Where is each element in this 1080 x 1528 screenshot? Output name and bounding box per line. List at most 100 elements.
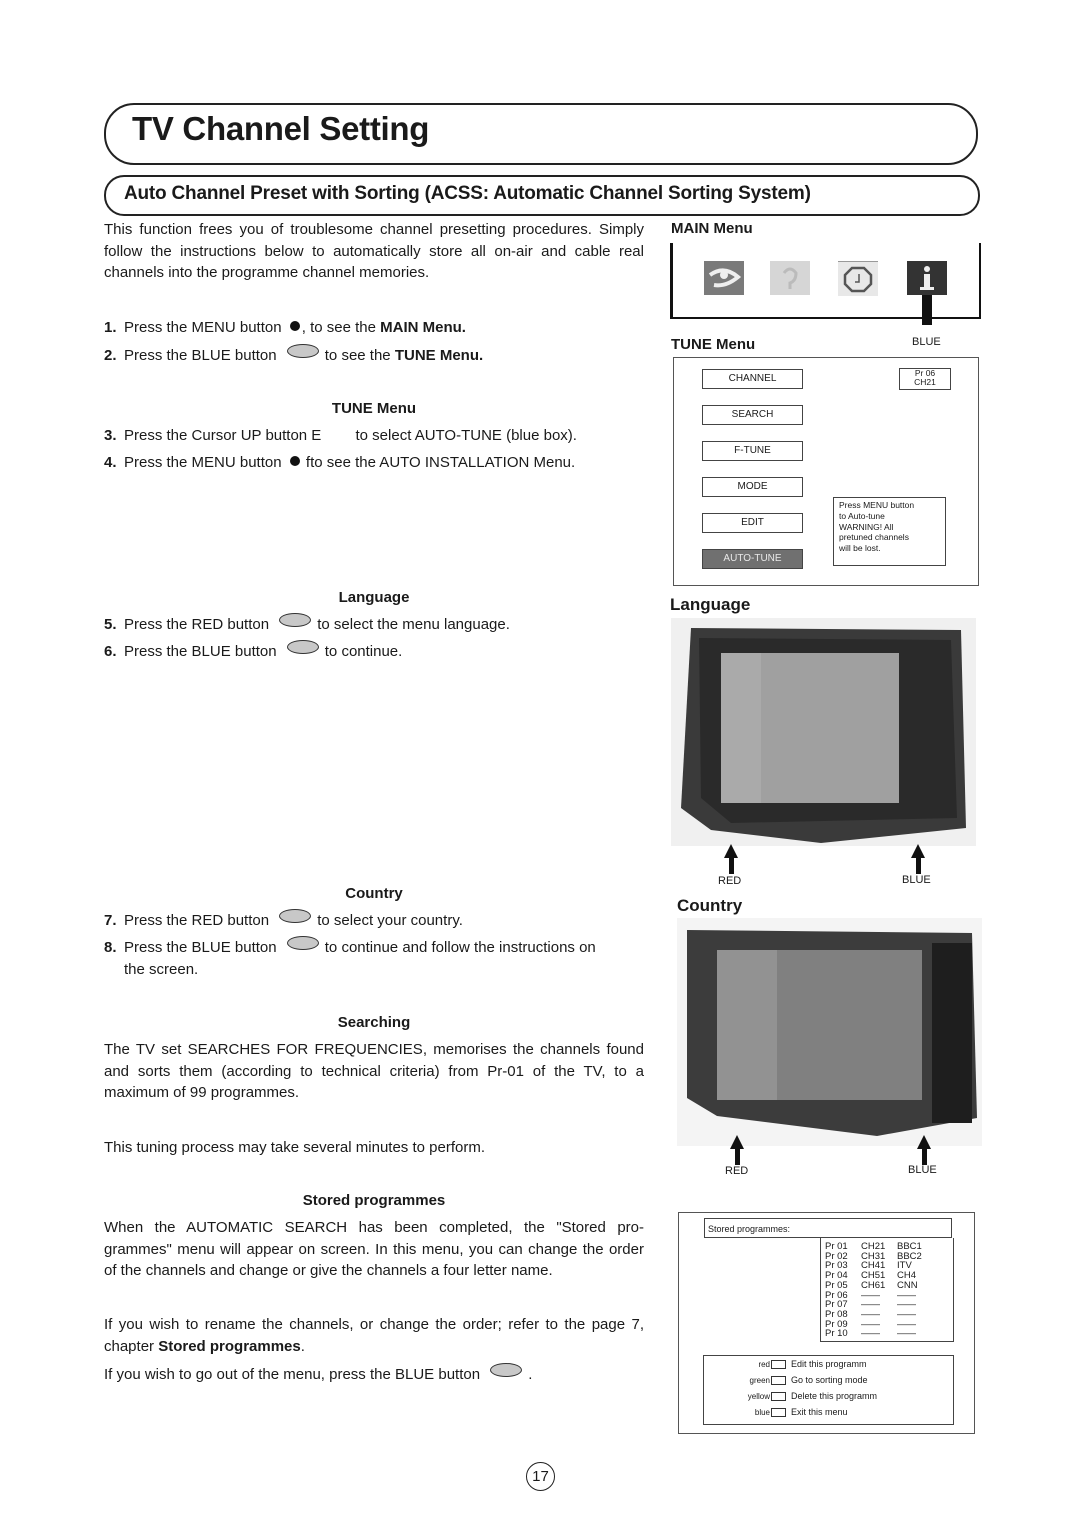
step-text: Press the BLUE button — [124, 643, 277, 660]
step-7: 7. Press the RED button to select your co… — [104, 909, 649, 932]
legend-green[interactable]: green Go to sorting mode — [704, 1372, 953, 1388]
country-tv-image — [677, 918, 982, 1146]
step-text: to see the — [324, 347, 395, 364]
legend-color: blue — [754, 1407, 770, 1417]
exit-paragraph: If you wish to go out of the menu, press… — [104, 1363, 644, 1386]
legend-color: red — [758, 1359, 770, 1369]
step-text: to continue. — [324, 643, 403, 660]
yellow-key-icon — [771, 1391, 786, 1401]
tune-status-box: Pr 06 CH21 — [899, 368, 951, 390]
intro-paragraph: This function frees you of troublesome c… — [104, 221, 644, 281]
rename-link: Stored programmes — [158, 1337, 301, 1355]
step-text: Press the BLUE button — [124, 347, 277, 364]
step-bold: MAIN Menu. — [380, 319, 466, 336]
step-text: the screen. — [124, 961, 199, 978]
step-5: 5. Press the RED button to select the men… — [104, 613, 649, 636]
step-text: to continue and follow the instructions … — [324, 939, 596, 956]
red-button-icon — [279, 909, 312, 923]
language-heading: Language — [338, 589, 410, 606]
blue-pointer-icon — [922, 295, 932, 325]
step-8: 8. Press the BLUE button to continue and … — [104, 936, 649, 981]
step-3: 3. Press the Cursor UP button E to select… — [104, 425, 649, 447]
warning-line: pretuned channels — [839, 532, 909, 543]
step-2: 2. Press the BLUE button to see the TUNE … — [104, 344, 649, 367]
legend-action: Delete this programm — [791, 1391, 878, 1401]
legend-action: Go to sorting mode — [791, 1375, 868, 1385]
programme-row[interactable]: Pr 10 —— —— — [821, 1329, 953, 1339]
step-number: 3. — [104, 427, 117, 444]
stored-programmes-title: Stored programmes: — [704, 1218, 952, 1238]
step-4: 4. Press the MENU button fto see the AUTO… — [104, 452, 649, 474]
blue-button-icon — [286, 640, 319, 654]
step-number: 2. — [104, 347, 117, 364]
tune-edit-button[interactable]: EDIT — [702, 513, 803, 533]
tune-menu-heading: TUNE Menu — [331, 400, 417, 417]
searching-heading: Searching — [337, 1014, 411, 1031]
step-6: 6. Press the BLUE button to continue. — [104, 640, 649, 663]
legend-yellow[interactable]: yellow Delete this programm — [704, 1388, 953, 1404]
legend-red[interactable]: red Edit this programm — [704, 1356, 953, 1372]
step-bold: TUNE Menu. — [394, 347, 484, 364]
programme-cell: Pr 10 — [825, 1328, 848, 1340]
blue-pointer-label: BLUE — [912, 336, 941, 348]
red-label: RED — [725, 1165, 749, 1177]
step-number: 5. — [104, 616, 117, 633]
red-button-icon — [279, 613, 312, 627]
step-number: 4. — [104, 454, 117, 471]
step-text: Press the MENU button — [124, 454, 282, 471]
tune-autotune-button[interactable]: AUTO-TUNE — [702, 549, 803, 569]
blue-button-icon — [286, 344, 319, 358]
step-text: Press the Cursor UP button E — [124, 427, 322, 444]
red-arrow-icon — [730, 1135, 744, 1165]
tune-search-button[interactable]: SEARCH — [702, 405, 803, 425]
timer-icon — [838, 261, 878, 296]
sound-icon — [770, 261, 810, 295]
step-text: to select the menu language. — [317, 616, 510, 633]
blue-label: BLUE — [902, 874, 931, 886]
warning-line: to Auto-tune — [839, 510, 885, 521]
blue-arrow-icon — [917, 1135, 931, 1165]
tune-channel-button[interactable]: CHANNEL — [702, 369, 803, 389]
info-icon — [907, 261, 947, 295]
warning-line: will be lost. — [839, 543, 881, 554]
stored-heading: Stored programmes — [302, 1192, 446, 1209]
blue-label: BLUE — [908, 1164, 937, 1176]
language-tv-image — [671, 618, 976, 846]
stored-paragraph: When the AUTOMATIC SEARCH has been compl… — [104, 1219, 644, 1279]
legend-action: Edit this programm — [791, 1359, 867, 1369]
legend-color: green — [749, 1375, 770, 1385]
blue-button-icon — [490, 1363, 523, 1377]
step-text: to select AUTO-TUNE (blue box). — [355, 427, 577, 444]
rename-end: . — [300, 1337, 305, 1355]
step-number: 8. — [104, 939, 117, 956]
menu-button-icon — [289, 321, 300, 331]
main-menu-heading: MAIN Menu — [671, 220, 753, 237]
warning-line: Press MENU button — [839, 500, 915, 510]
step-text: to select your country. — [317, 912, 463, 929]
tune-ftune-button[interactable]: F-TUNE — [702, 441, 803, 461]
warning-line: WARNING! All — [839, 521, 894, 532]
red-key-icon — [771, 1359, 786, 1369]
programme-cell: —— — [861, 1328, 880, 1340]
blue-button-icon — [286, 936, 319, 950]
red-arrow-icon — [724, 844, 738, 874]
country-heading: Country — [345, 885, 403, 902]
stored-programmes-list: Pr 01 CH21 BBC1 Pr 02 CH31 BBC2 Pr 03 CH41 ITV… — [820, 1238, 954, 1342]
step-text: fto see the AUTO INSTALLATION Menu. — [305, 454, 576, 471]
searching-paragraph: The TV set SEARCHES FOR FREQUENCIES, mem… — [104, 1041, 644, 1101]
legend-color: yellow — [747, 1391, 770, 1401]
language-panel-heading: Language — [670, 595, 751, 614]
blue-arrow-icon — [911, 844, 925, 874]
step-text: , to see the — [301, 319, 381, 336]
legend-blue[interactable]: blue Exit this menu — [704, 1404, 953, 1420]
programme-cell: —— — [897, 1328, 916, 1340]
menu-button-icon — [289, 456, 300, 466]
blue-key-icon — [771, 1407, 786, 1417]
picture-icon — [704, 261, 744, 295]
step-number: 1. — [104, 319, 117, 336]
exit-end: . — [528, 1366, 533, 1383]
step-text: Press the BLUE button — [124, 939, 277, 956]
tune-mode-button[interactable]: MODE — [702, 477, 803, 497]
green-key-icon — [771, 1375, 786, 1385]
step-number: 6. — [104, 643, 117, 660]
